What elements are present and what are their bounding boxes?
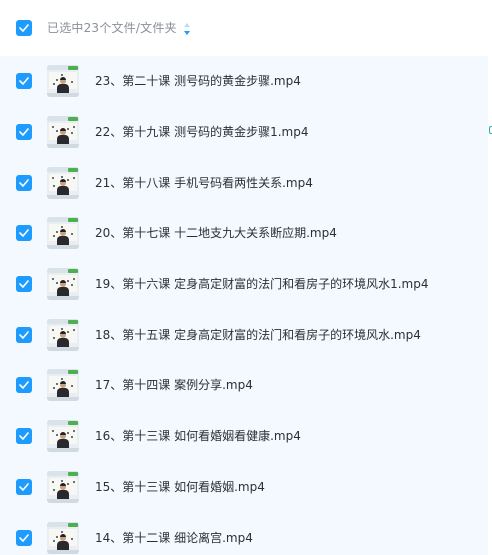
check-icon — [19, 128, 29, 136]
file-name[interactable]: 18、第十五课 定身高定财富的法门和看房子的环境风水.mp4 — [95, 326, 421, 344]
video-thumbnail — [47, 217, 79, 249]
check-icon — [19, 77, 29, 85]
file-row[interactable]: 17、第十四课 案例分享.mp4 — [0, 360, 488, 411]
file-name[interactable]: 20、第十七课 十二地支九大关系断应期.mp4 — [95, 224, 337, 242]
select-all-checkbox[interactable] — [16, 20, 32, 36]
video-thumbnail — [47, 167, 79, 199]
file-checkbox[interactable] — [16, 175, 32, 191]
file-list: 23、第二十课 测号码的黄金步骤.mp4 22、第十九课 测号码的黄金步骤1.mp… — [0, 56, 488, 555]
file-checkbox[interactable] — [16, 327, 32, 343]
check-icon — [19, 331, 29, 339]
check-icon — [19, 381, 29, 389]
file-row[interactable]: 14、第十二课 细论离宫.mp4 — [0, 513, 488, 555]
check-icon — [19, 24, 29, 32]
file-checkbox[interactable] — [16, 530, 32, 546]
video-thumbnail — [47, 420, 79, 452]
video-thumbnail — [47, 369, 79, 401]
file-checkbox[interactable] — [16, 73, 32, 89]
file-checkbox[interactable] — [16, 479, 32, 495]
video-thumbnail — [47, 65, 79, 97]
file-row[interactable]: 19、第十六课 定身高定财富的法门和看房子的环境风水1.mp4 — [0, 259, 488, 310]
check-icon — [19, 483, 29, 491]
file-name[interactable]: 15、第十三课 如何看婚姻.mp4 — [95, 478, 265, 496]
file-row[interactable]: 20、第十七课 十二地支九大关系断应期.mp4 — [0, 208, 488, 259]
file-row[interactable]: 22、第十九课 测号码的黄金步骤1.mp4 — [0, 107, 488, 158]
video-thumbnail — [47, 522, 79, 554]
file-name[interactable]: 22、第十九课 测号码的黄金步骤1.mp4 — [95, 123, 308, 141]
check-icon — [19, 534, 29, 542]
video-thumbnail — [47, 116, 79, 148]
file-checkbox[interactable] — [16, 377, 32, 393]
video-thumbnail — [47, 471, 79, 503]
file-checkbox[interactable] — [16, 276, 32, 292]
file-name[interactable]: 16、第十三课 如何看婚姻看健康.mp4 — [95, 427, 301, 445]
file-row[interactable]: 23、第二十课 测号码的黄金步骤.mp4 — [0, 56, 488, 107]
file-row[interactable]: 16、第十三课 如何看婚姻看健康.mp4 — [0, 411, 488, 462]
video-thumbnail — [47, 319, 79, 351]
file-row[interactable]: 18、第十五课 定身高定财富的法门和看房子的环境风水.mp4 — [0, 310, 488, 361]
file-checkbox[interactable] — [16, 225, 32, 241]
file-row[interactable]: 15、第十三课 如何看婚姻.mp4 — [0, 462, 488, 513]
file-name[interactable]: 14、第十二课 细论离宫.mp4 — [95, 529, 253, 547]
check-icon — [19, 432, 29, 440]
file-name[interactable]: 21、第十八课 手机号码看两性关系.mp4 — [95, 174, 313, 192]
selection-header: 已选中23个文件/文件夹 — [0, 0, 492, 56]
file-name[interactable]: 19、第十六课 定身高定财富的法门和看房子的环境风水1.mp4 — [95, 275, 428, 293]
check-icon — [19, 179, 29, 187]
file-row[interactable]: 21、第十八课 手机号码看两性关系.mp4 — [0, 158, 488, 209]
check-icon — [19, 280, 29, 288]
file-checkbox[interactable] — [16, 428, 32, 444]
check-icon — [19, 229, 29, 237]
video-thumbnail — [47, 268, 79, 300]
selection-count-label: 已选中23个文件/文件夹 — [47, 21, 177, 35]
file-name[interactable]: 17、第十四课 案例分享.mp4 — [95, 376, 253, 394]
sort-arrows-icon[interactable] — [183, 22, 191, 36]
file-name[interactable]: 23、第二十课 测号码的黄金步骤.mp4 — [95, 72, 301, 90]
file-checkbox[interactable] — [16, 124, 32, 140]
